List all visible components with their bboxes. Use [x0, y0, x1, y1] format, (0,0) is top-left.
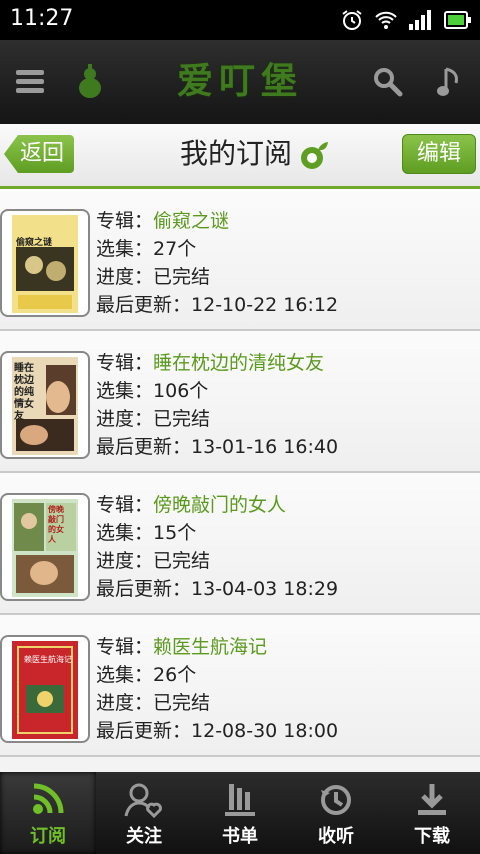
list-item[interactable]: 傍晚敲门的女人 专辑：傍晚敲门的女人 选集：15个 进度：已完结 最后更新：13…: [0, 473, 480, 615]
tab-booklist[interactable]: 书单: [192, 772, 288, 854]
follow-icon: [124, 782, 164, 822]
back-button[interactable]: 返回: [4, 135, 74, 173]
album-name: 傍晚敲门的女人: [153, 494, 287, 516]
progress-label: 进度：: [96, 408, 154, 430]
album-cover: 赖医生航海记: [0, 635, 90, 743]
title-bar: 返回 我的订阅 编辑: [0, 124, 480, 189]
tab-label: 订阅: [30, 826, 66, 847]
wifi-icon: [374, 8, 398, 32]
cover-art: [12, 215, 78, 313]
album-label: 专辑：: [96, 636, 154, 658]
app-bar: 爱叮堡: [0, 40, 480, 124]
subscription-list: 偷窥之谜 专辑：偷窥之谜 选集：27个 进度：已完结 最后更新：12-10-22…: [0, 189, 480, 772]
list-item[interactable]: 睡在枕边的纯情女友 专辑：睡在枕边的清纯女友 选集：106个 进度：已完结 最后…: [0, 331, 480, 473]
gourd-icon: [79, 64, 101, 98]
menu-button[interactable]: [6, 58, 54, 106]
cover-text: 傍晚敲门的女人: [48, 505, 64, 544]
album-cover: 睡在枕边的纯情女友: [0, 351, 90, 459]
album-cover: 傍晚敲门的女人: [0, 493, 90, 601]
album-cover: 偷窥之谜: [0, 209, 90, 317]
cover-art: [12, 499, 78, 597]
page-title: 我的订阅: [180, 137, 293, 170]
episodes-value: 27个: [153, 238, 197, 260]
progress-label: 进度：: [96, 550, 154, 572]
album-label: 专辑：: [96, 352, 154, 374]
list-item[interactable]: 偷窥之谜 专辑：偷窥之谜 选集：27个 进度：已完结 最后更新：12-10-22…: [0, 189, 480, 331]
alarm-icon: [340, 8, 364, 32]
episodes-label: 选集：: [96, 664, 154, 686]
tab-label: 收听: [318, 826, 354, 847]
list-item[interactable]: 赖医生航海记 专辑：赖医生航海记 选集：26个 进度：已完结 最后更新：12-0…: [0, 615, 480, 757]
updated-value: 13-04-03 18:29: [191, 578, 339, 600]
bottom-nav: 订阅 关注 书单 收听 下载: [0, 772, 480, 854]
tab-subscribe[interactable]: 订阅: [0, 772, 96, 854]
episodes-value: 106个: [153, 380, 209, 402]
history-icon: [318, 782, 354, 822]
updated-value: 12-08-30 18:00: [191, 720, 339, 742]
progress-value: 已完结: [153, 266, 211, 288]
tab-label: 关注: [126, 826, 162, 847]
music-note-icon: [437, 67, 458, 96]
tab-label: 下载: [414, 826, 450, 847]
search-button[interactable]: [364, 58, 412, 106]
subscribe-leaf-icon: [298, 140, 330, 176]
status-time: 11:27: [10, 6, 74, 31]
progress-value: 已完结: [153, 692, 211, 714]
tab-label: 书单: [222, 826, 258, 847]
updated-value: 13-01-16 16:40: [191, 436, 339, 458]
cover-text: 赖医生航海记: [24, 655, 72, 664]
album-name: 偷窥之谜: [153, 210, 230, 232]
album-name: 赖医生航海记: [153, 636, 268, 658]
download-icon: [415, 782, 449, 822]
tab-listen[interactable]: 收听: [288, 772, 384, 854]
progress-label: 进度：: [96, 266, 154, 288]
updated-label: 最后更新：: [96, 294, 192, 316]
menu-icon: [16, 70, 44, 93]
episodes-label: 选集：: [96, 522, 154, 544]
updated-label: 最后更新：: [96, 720, 192, 742]
album-label: 专辑：: [96, 494, 154, 516]
progress-label: 进度：: [96, 692, 154, 714]
gourd-button[interactable]: [66, 58, 114, 106]
status-icons: [340, 8, 472, 32]
updated-label: 最后更新：: [96, 578, 192, 600]
episodes-value: 26个: [153, 664, 197, 686]
music-button[interactable]: [426, 58, 474, 106]
battery-icon: [444, 10, 472, 30]
album-name: 睡在枕边的清纯女友: [153, 352, 325, 374]
updated-value: 12-10-22 16:12: [191, 294, 339, 316]
tab-follow[interactable]: 关注: [96, 772, 192, 854]
episodes-label: 选集：: [96, 238, 154, 260]
progress-value: 已完结: [153, 550, 211, 572]
episodes-label: 选集：: [96, 380, 154, 402]
booklist-icon: [223, 782, 257, 822]
status-bar: 11:27: [0, 0, 480, 40]
rss-icon: [31, 782, 65, 820]
tab-download[interactable]: 下载: [384, 772, 480, 854]
updated-label: 最后更新：: [96, 436, 192, 458]
episodes-value: 15个: [153, 522, 197, 544]
cover-text: 偷窥之谜: [16, 238, 53, 248]
app-logo: 爱叮堡: [176, 61, 303, 102]
cover-text: 睡在枕边的纯情女友: [14, 363, 34, 422]
search-icon: [374, 68, 403, 97]
signal-icon: [408, 9, 434, 31]
album-label: 专辑：: [96, 210, 154, 232]
progress-value: 已完结: [153, 408, 211, 430]
edit-button[interactable]: 编辑: [402, 134, 476, 174]
